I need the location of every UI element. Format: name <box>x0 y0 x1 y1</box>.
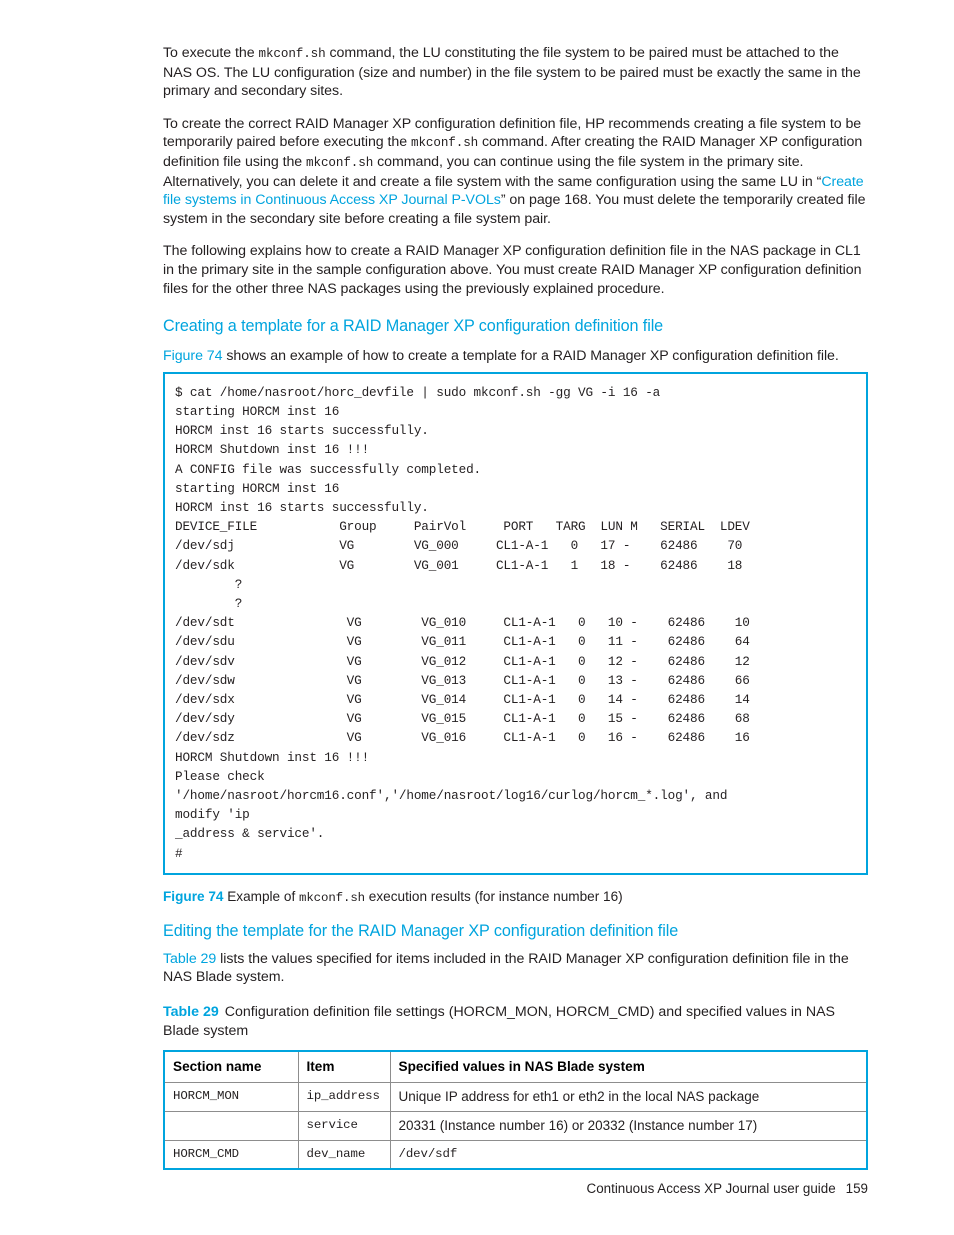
cell-specified-value: 20331 (Instance number 16) or 20332 (Ins… <box>389 1110 868 1141</box>
figure-label: Figure 74 <box>163 888 224 904</box>
cell-item: dev_name <box>297 1139 391 1170</box>
figure-caption-74: Figure 74 Example of mkconf.sh execution… <box>163 888 868 907</box>
inline-code: mkconf.sh <box>411 136 479 151</box>
settings-table: Section name Item Specified values in NA… <box>163 1049 868 1170</box>
paragraph-following-explains: The following explains how to create a R… <box>163 243 862 297</box>
cross-reference-link-figure-74[interactable]: Figure 74 <box>163 348 223 364</box>
text-fragment: To execute the <box>163 45 259 61</box>
paragraph-table-intro: Table 29 lists the values specified for … <box>163 950 868 987</box>
cell-section-name: HORCM_MON <box>163 1081 299 1112</box>
inline-code: mkconf.sh <box>299 890 366 905</box>
column-header-specified-values: Specified values in NAS Blade system <box>389 1050 868 1083</box>
paragraph-create-correct-config: To create the correct RAID Manager XP co… <box>163 115 868 229</box>
table-header-row: Section name Item Specified values in NA… <box>163 1050 868 1083</box>
cell-section-name: HORCM_CMD <box>163 1139 299 1170</box>
footer-guide-title: Continuous Access XP Journal user guide <box>586 1181 836 1196</box>
table-row: service 20331 (Instance number 16) or 20… <box>163 1110 868 1141</box>
text-fragment: Configuration definition file settings (… <box>163 1003 836 1039</box>
code-block-content: $ cat /home/nasroot/horc_devfile | sudo … <box>175 384 750 861</box>
inline-code: mkconf.sh <box>258 47 326 61</box>
section-heading-creating-template: Creating a template for a RAID Manager X… <box>163 317 664 336</box>
table-label: Table 29 <box>163 1003 219 1020</box>
page-content: To execute the mkconf.sh command, the LU… <box>163 44 868 1170</box>
inline-code: mkconf.sh <box>306 155 374 170</box>
text-fragment: execution results (for instance number 1… <box>365 888 623 904</box>
paragraph-figure-intro: Figure 74 shows an example of how to cre… <box>163 347 868 366</box>
cell-specified-value: /dev/sdf <box>389 1139 868 1170</box>
column-header-section-name: Section name <box>163 1050 299 1083</box>
footer-page-number: 159 <box>845 1181 868 1196</box>
cell-item: ip_address <box>297 1081 391 1112</box>
table-row: HORCM_CMD dev_name /dev/sdf <box>163 1139 868 1170</box>
paragraph-execute-mkconf: To execute the mkconf.sh command, the LU… <box>163 44 868 101</box>
text-fragment: lists the values specified for items inc… <box>163 950 849 986</box>
page-footer: Continuous Access XP Journal user guide 1… <box>163 1181 868 1196</box>
section-heading-editing-template: Editing the template for the RAID Manage… <box>163 921 679 940</box>
cross-reference-link-table-29[interactable]: Table 29 <box>163 951 216 967</box>
text-fragment: shows an example of how to create a temp… <box>222 348 839 365</box>
table-caption-29: Table 29 Configuration definition file se… <box>163 1003 868 1041</box>
cell-item: service <box>297 1110 391 1141</box>
cell-section-name <box>163 1110 299 1141</box>
cell-specified-value: Unique IP address for eth1 or eth2 in th… <box>389 1081 868 1112</box>
text-fragment: Example of <box>223 888 299 904</box>
code-block-mkconf-output: $ cat /home/nasroot/horc_devfile | sudo … <box>163 371 868 875</box>
column-header-item: Item <box>297 1050 391 1083</box>
table-row: HORCM_MON ip_address Unique IP address f… <box>163 1081 868 1112</box>
